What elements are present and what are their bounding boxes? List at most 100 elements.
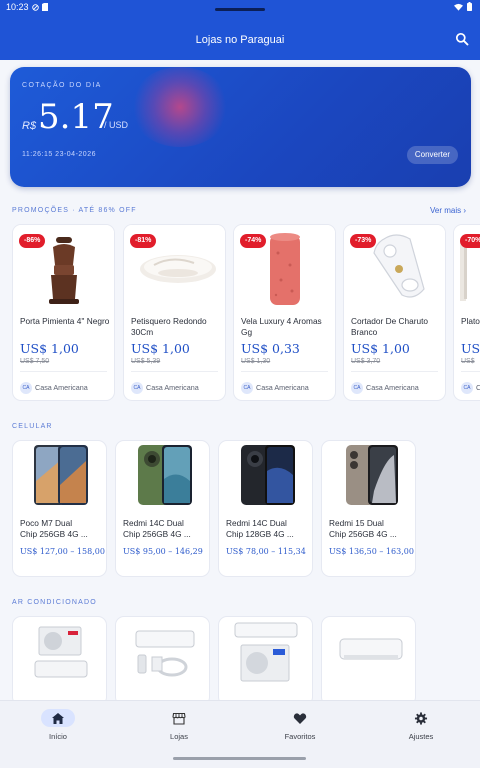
home-indicator[interactable] <box>173 757 306 760</box>
store-avatar: CA <box>20 382 32 394</box>
product-name: Redmi 15 Dual Chip 256GB 4G ... <box>329 518 397 539</box>
heart-icon <box>293 713 307 724</box>
wifi-icon <box>454 3 463 11</box>
ac-card[interactable] <box>218 616 313 700</box>
phone-card[interactable]: Redmi 14C Dual Chip 256GB 4G ... US$ 95,… <box>115 440 210 577</box>
ac-card[interactable] <box>321 616 416 700</box>
store-name: Casa Americana <box>35 383 88 392</box>
product-old-price: US$ 7,50 <box>20 358 50 365</box>
product-name: Poco M7 Dual Chip 256GB 4G ... <box>20 518 88 539</box>
product-price: US$ 136,50 – 163,00 <box>329 547 414 556</box>
divider <box>461 371 480 372</box>
rate-currency-symbol: R$ <box>22 120 37 132</box>
product-name: Porta Pimienta 4'' Negro <box>20 316 110 326</box>
phone-card[interactable]: Poco M7 Dual Chip 256GB 4G ... US$ 127,0… <box>12 440 107 577</box>
product-image <box>219 441 312 511</box>
product-price: US$ 1,00 <box>131 341 190 356</box>
gear-icon <box>414 712 428 725</box>
home-icon <box>52 713 64 724</box>
discount-badge: -86% <box>19 234 46 248</box>
convert-button[interactable]: Converter <box>406 146 458 164</box>
store-name: C <box>476 383 480 392</box>
product-old-price: US$ 3,70 <box>351 358 381 365</box>
product-image <box>135 630 195 677</box>
chevron-right-icon: › <box>463 206 466 215</box>
camera-notch <box>215 8 265 11</box>
store-avatar: CA <box>351 382 363 394</box>
see-more-link[interactable]: Ver mais › <box>430 206 466 215</box>
product-price: US$ 78,00 – 115,34 <box>226 547 306 556</box>
store-icon <box>172 712 186 725</box>
ar-condicionado-section-title: AR CONDICIONADO <box>12 599 97 606</box>
product-image <box>339 638 403 660</box>
rate-value: 5.17 <box>38 97 114 137</box>
product-name: Petisquero Redondo 30Cm <box>131 316 207 337</box>
promo-card[interactable]: -86% Porta Pimienta 4'' Negro US$ 1,00 U… <box>12 224 115 401</box>
divider <box>241 371 328 372</box>
store-avatar: CA <box>241 382 253 394</box>
battery-icon <box>467 2 472 11</box>
discount-badge: -74% <box>240 234 267 248</box>
product-old-price: US$ <box>461 358 475 365</box>
rate-timestamp: 11:26:15 23-04-2026 <box>22 151 96 158</box>
promo-card[interactable]: -73% Cortador De Charuto Branco US$ 1,00… <box>343 224 446 401</box>
nav-item-inicio[interactable]: Início <box>18 701 98 768</box>
discount-badge: -73% <box>350 234 377 248</box>
discount-badge: -81% <box>130 234 157 248</box>
store-avatar: CA <box>461 382 473 394</box>
product-image <box>116 441 209 511</box>
page-title: Lojas no Paraguai <box>195 34 285 46</box>
product-image <box>13 441 106 511</box>
promo-card[interactable]: -70% Plato 30C US$ US$ CA C <box>453 224 480 401</box>
rate-label: COTAÇÃO DO DIA <box>22 82 102 89</box>
product-name: Redmi 14C Dual Chip 256GB 4G ... <box>123 518 191 539</box>
app-bar: Lojas no Paraguai <box>0 14 480 60</box>
decorative-glow <box>130 67 230 147</box>
nav-label: Favoritos <box>284 732 316 741</box>
product-price: US$ 1,00 <box>20 341 79 356</box>
product-price: US$ 95,00 – 146,29 <box>123 547 203 556</box>
divider <box>131 371 218 372</box>
store-avatar: CA <box>131 382 143 394</box>
product-price: US$ 127,00 – 158,00 <box>20 547 105 556</box>
see-more-label: Ver mais <box>429 206 462 215</box>
search-button[interactable] <box>455 32 469 46</box>
product-old-price: US$ 1,30 <box>241 358 271 365</box>
product-name: Cortador De Charuto Branco <box>351 316 429 337</box>
store-name: Casa Americana <box>256 383 309 392</box>
rate-unit: / USD <box>104 120 129 130</box>
product-price: US$ <box>461 341 480 356</box>
phone-card[interactable]: Redmi 14C Dual Chip 128GB 4G ... US$ 78,… <box>218 440 313 577</box>
nav-label: Ajustes <box>408 732 434 741</box>
store-name: Casa Americana <box>146 383 199 392</box>
celular-carousel[interactable]: Poco M7 Dual Chip 256GB 4G ... US$ 127,0… <box>0 440 480 580</box>
divider <box>351 371 438 372</box>
status-time: 10:23 <box>6 2 29 12</box>
product-image <box>322 441 415 511</box>
product-name: Vela Luxury 4 Aromas Gg <box>241 316 322 337</box>
ac-card[interactable] <box>115 616 210 700</box>
product-image <box>234 622 298 682</box>
product-price: US$ 1,00 <box>351 341 410 356</box>
product-name: Redmi 14C Dual Chip 128GB 4G ... <box>226 518 294 539</box>
ac-card[interactable] <box>12 616 107 700</box>
promotions-carousel[interactable]: -86% Porta Pimienta 4'' Negro US$ 1,00 U… <box>0 224 480 404</box>
ar-condicionado-carousel[interactable] <box>0 616 480 700</box>
nav-item-ajustes[interactable]: Ajustes <box>381 701 461 768</box>
promo-card[interactable]: -81% Petisquero Redondo 30Cm US$ 1,00 US… <box>123 224 226 401</box>
exchange-rate-card[interactable]: COTAÇÃO DO DIA R$ 5.17 / USD 11:26:15 23… <box>10 67 471 187</box>
discount-badge: -70% <box>460 234 480 248</box>
divider <box>20 371 107 372</box>
product-price: US$ 0,33 <box>241 341 300 356</box>
nav-label: Início <box>49 732 67 741</box>
product-name: Plato 30C <box>461 316 480 326</box>
sim-icon <box>41 3 48 11</box>
phone-card[interactable]: Redmi 15 Dual Chip 256GB 4G ... US$ 136,… <box>321 440 416 577</box>
dnd-icon <box>31 3 39 11</box>
store-name: Casa Americana <box>366 383 419 392</box>
product-old-price: US$ 5,39 <box>131 358 161 365</box>
nav-label: Lojas <box>170 732 188 741</box>
promo-card[interactable]: -74% Vela Luxury 4 Aromas Gg US$ 0,33 US… <box>233 224 336 401</box>
product-image <box>34 626 88 678</box>
promotions-section-title: PROMOÇÕES · ATÉ 86% OFF <box>12 207 137 214</box>
